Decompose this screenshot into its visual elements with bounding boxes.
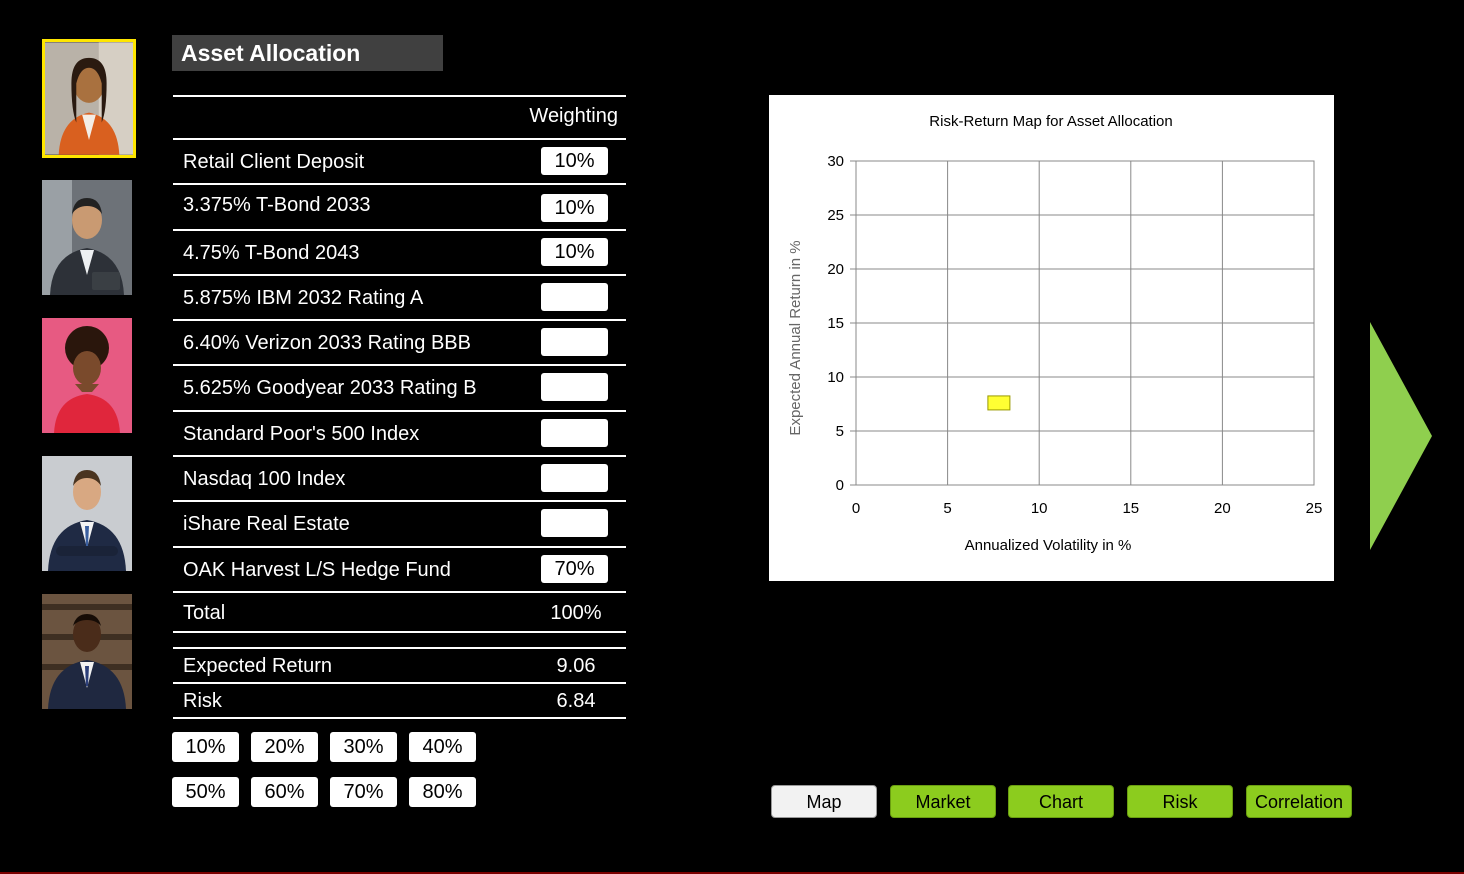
- nav-button-correlation[interactable]: Correlation: [1246, 785, 1352, 818]
- table-row: 5.625% Goodyear 2033 Rating B: [173, 366, 626, 412]
- table-row: iShare Real Estate: [173, 502, 626, 548]
- weight-input[interactable]: 70%: [541, 554, 608, 583]
- risk-row: Risk 6.84: [173, 684, 626, 719]
- advisor-avatar-2[interactable]: [42, 180, 132, 295]
- expected-return-label: Expected Return: [183, 655, 332, 677]
- asset-label: 6.40% Verizon 2033 Rating BBB: [183, 332, 471, 355]
- chart-xlabel: Annualized Volatility in %: [965, 537, 1132, 554]
- y-tick-label: 20: [827, 261, 844, 278]
- preset-button-50[interactable]: 50%: [172, 777, 239, 807]
- x-tick-label: 20: [1214, 500, 1231, 517]
- table-row: 3.375% T-Bond 2033 10%: [173, 185, 626, 231]
- asset-label: 3.375% T-Bond 2033: [183, 194, 371, 217]
- total-value: 100%: [550, 601, 602, 624]
- preset-button-40[interactable]: 40%: [409, 732, 476, 762]
- total-label: Total: [183, 601, 226, 624]
- expected-return-value: 9.06: [556, 655, 596, 677]
- preset-button-30[interactable]: 30%: [330, 732, 397, 762]
- preset-button-10[interactable]: 10%: [172, 732, 239, 762]
- nav-button-map[interactable]: Map: [771, 785, 877, 818]
- x-tick-label: 0: [852, 500, 860, 517]
- asset-label: 5.625% Goodyear 2033 Rating B: [183, 377, 477, 400]
- table-row: Standard Poor's 500 Index: [173, 412, 626, 458]
- nav-button-risk[interactable]: Risk: [1127, 785, 1233, 818]
- weight-input[interactable]: 10%: [541, 147, 608, 175]
- table-row: Nasdaq 100 Index: [173, 457, 626, 503]
- preset-button-80[interactable]: 80%: [409, 777, 476, 807]
- y-tick-label: 25: [827, 207, 844, 224]
- table-row: 4.75% T-Bond 2043 10%: [173, 231, 626, 276]
- asset-label: 5.875% IBM 2032 Rating A: [183, 286, 424, 309]
- preset-button-60[interactable]: 60%: [251, 777, 318, 807]
- weight-input[interactable]: [541, 282, 608, 311]
- x-tick-label: 5: [943, 500, 951, 517]
- page-title: Asset Allocation: [172, 35, 443, 71]
- nav-button-market[interactable]: Market: [890, 785, 996, 818]
- weight-input[interactable]: [541, 418, 608, 447]
- advisor-avatar-5[interactable]: [42, 594, 132, 709]
- risk-label: Risk: [183, 690, 222, 712]
- portfolio-point: [987, 395, 1011, 411]
- advisor-portrait-2: [42, 180, 132, 295]
- weight-input[interactable]: [541, 509, 608, 538]
- preset-button-20[interactable]: 20%: [251, 732, 318, 762]
- x-tick-label: 25: [1306, 500, 1323, 517]
- risk-return-chart: Risk-Return Map for Asset Allocation Ann…: [769, 95, 1334, 581]
- asset-label: 4.75% T-Bond 2043: [183, 241, 360, 264]
- chart-title: Risk-Return Map for Asset Allocation: [929, 113, 1172, 130]
- total-row: Total 100%: [173, 593, 626, 633]
- y-tick-label: 5: [836, 423, 844, 440]
- y-tick-label: 15: [827, 315, 844, 332]
- y-tick-label: 30: [827, 153, 844, 170]
- weighting-header: Weighting: [529, 105, 618, 127]
- table-row: 5.875% IBM 2032 Rating A: [173, 276, 626, 322]
- next-arrow-icon[interactable]: [1370, 322, 1432, 550]
- risk-value: 6.84: [556, 690, 596, 712]
- advisor-portrait-1: [45, 42, 133, 155]
- chart-svg: Risk-Return Map for Asset Allocation Ann…: [787, 113, 1323, 554]
- allocation-table: Weighting Retail Client Deposit 10% 3.37…: [173, 95, 626, 633]
- table-row: 6.40% Verizon 2033 Rating BBB: [173, 321, 626, 367]
- asset-label: OAK Harvest L/S Hedge Fund: [183, 558, 451, 581]
- advisor-avatar-3[interactable]: [42, 318, 132, 433]
- advisor-portrait-4: [42, 456, 132, 571]
- y-tick-label: 10: [827, 369, 844, 386]
- advisor-portrait-5: [42, 594, 132, 709]
- weight-input[interactable]: [541, 373, 608, 402]
- nav-button-chart[interactable]: Chart: [1008, 785, 1114, 818]
- expected-return-row: Expected Return 9.06: [173, 649, 626, 684]
- table-row: OAK Harvest L/S Hedge Fund 70%: [173, 548, 626, 593]
- x-tick-label: 15: [1122, 500, 1139, 517]
- weight-input[interactable]: 10%: [541, 194, 608, 223]
- asset-label: iShare Real Estate: [183, 513, 350, 536]
- y-tick-label: 0: [836, 477, 844, 494]
- advisor-avatar-4[interactable]: [42, 456, 132, 571]
- x-tick-label: 10: [1031, 500, 1048, 517]
- asset-label: Nasdaq 100 Index: [183, 468, 346, 491]
- weight-input[interactable]: 10%: [541, 237, 608, 266]
- asset-label: Retail Client Deposit: [183, 151, 365, 173]
- summary-table: Expected Return 9.06 Risk 6.84: [173, 647, 626, 719]
- weight-input[interactable]: [541, 464, 608, 493]
- advisor-portrait-3: [42, 318, 132, 433]
- asset-label: Standard Poor's 500 Index: [183, 422, 420, 445]
- table-row: Retail Client Deposit 10%: [173, 140, 626, 186]
- chart-ylabel: Expected Annual Return in %: [787, 240, 804, 435]
- table-header: Weighting: [173, 97, 626, 140]
- weight-input[interactable]: [541, 328, 608, 357]
- preset-button-70[interactable]: 70%: [330, 777, 397, 807]
- advisor-avatar-1[interactable]: [42, 39, 136, 158]
